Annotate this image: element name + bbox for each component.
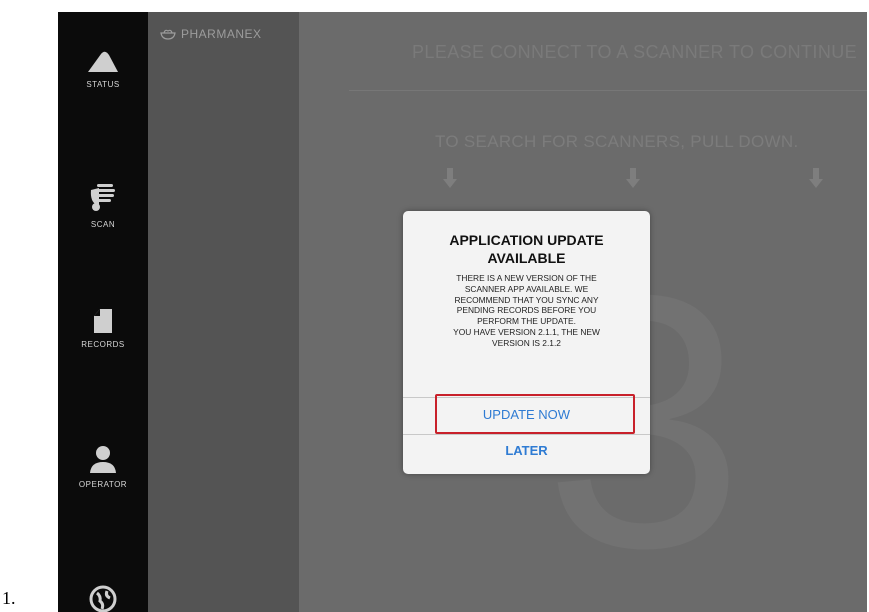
dialog-divider xyxy=(403,434,650,435)
list-number: 1. xyxy=(2,588,16,608)
brand-logo: PHARMANEX xyxy=(160,27,262,41)
nav-label-records: RECORDS xyxy=(81,340,125,349)
nav-item-records[interactable]: RECORDS xyxy=(58,308,148,349)
down-arrow-icon xyxy=(626,168,640,188)
scan-hand-icon xyxy=(90,184,115,211)
header-divider xyxy=(349,90,867,91)
dialog-message: THERE IS A NEW VERSION OF THE SCANNER AP… xyxy=(403,273,650,349)
nav-item-globe[interactable] xyxy=(58,584,148,612)
pull-down-hint: TO SEARCH FOR SCANNERS, PULL DOWN. xyxy=(435,132,799,151)
update-now-button[interactable]: UPDATE NOW xyxy=(403,407,650,422)
nav-item-operator[interactable]: OPERATOR xyxy=(58,444,148,489)
pharmanex-logo-icon xyxy=(160,29,176,40)
later-button[interactable]: LATER xyxy=(403,443,650,458)
nav-sidebar: STATUS SCAN RECORDS OPERATOR xyxy=(58,12,148,612)
nav-label-status: STATUS xyxy=(86,80,120,89)
side-panel: PHARMANEX xyxy=(148,12,299,612)
status-icon xyxy=(88,51,118,72)
records-icon xyxy=(94,309,112,333)
nav-item-status[interactable]: STATUS xyxy=(58,46,148,89)
dialog-message-line: YOU HAVE VERSION 2.1.1, THE NEW xyxy=(453,326,600,337)
nav-item-scan[interactable]: SCAN xyxy=(58,180,148,229)
brand-name: PHARMANEX xyxy=(181,27,262,41)
update-dialog: APPLICATION UPDATE AVAILABLE THERE IS A … xyxy=(403,211,650,474)
dialog-message-line: PERFORM THE UPDATE. xyxy=(477,316,576,327)
down-arrow-icon xyxy=(809,168,823,188)
nav-label-operator: OPERATOR xyxy=(78,480,128,489)
dialog-message-line: SCANNER APP AVAILABLE. WE xyxy=(464,283,589,294)
dialog-message-line: THERE IS A NEW VERSION OF THE xyxy=(456,273,597,283)
dialog-message-line: PENDING RECORDS BEFORE YOU xyxy=(456,305,597,316)
operator-icon xyxy=(90,446,116,473)
globe-icon xyxy=(89,585,117,612)
dialog-message-line: RECOMMEND THAT YOU SYNC ANY xyxy=(454,294,599,305)
connect-message: PLEASE CONNECT TO A SCANNER TO CONTINUE xyxy=(412,42,858,62)
nav-label-scan: SCAN xyxy=(90,220,116,229)
dialog-title: APPLICATION UPDATE AVAILABLE xyxy=(449,232,604,266)
down-arrow-icon xyxy=(443,168,457,188)
dialog-message-line: VERSION IS 2.1.2 xyxy=(492,337,561,348)
dialog-divider xyxy=(403,397,650,398)
